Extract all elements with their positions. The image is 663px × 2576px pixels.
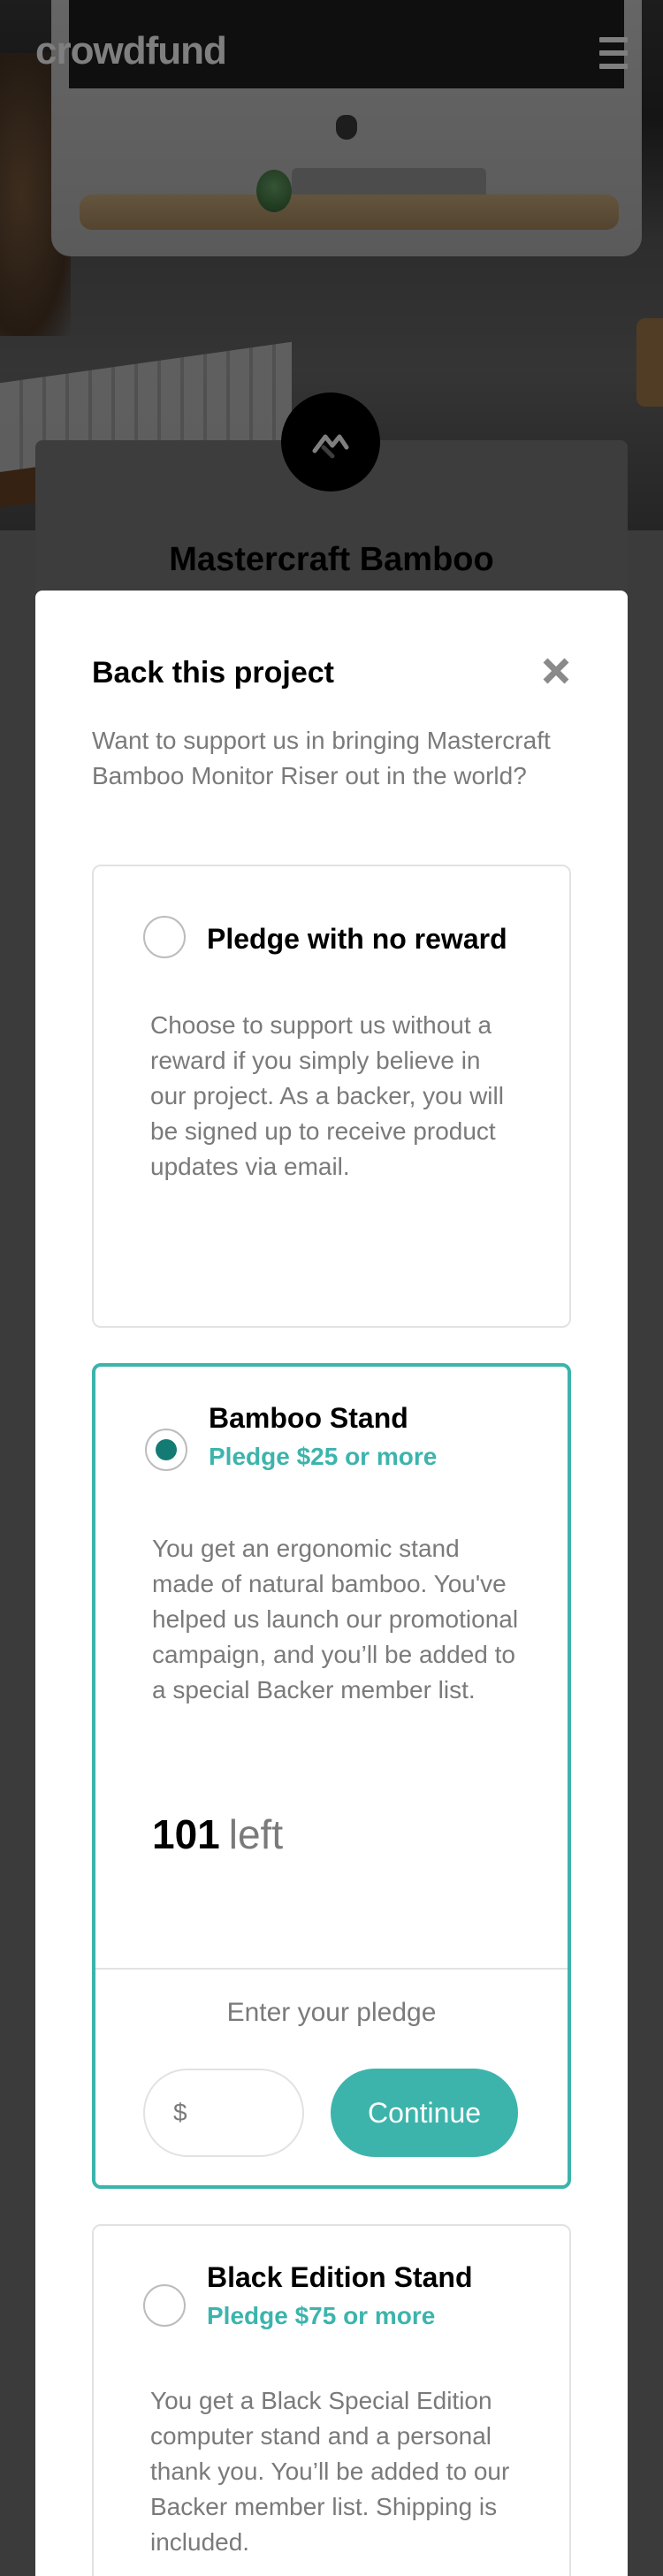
pledge-name: Pledge with no reward xyxy=(207,923,507,955)
pledge-description: You get a Black Special Edition computer… xyxy=(150,2387,510,2556)
pledge-no-reward-radio[interactable] xyxy=(143,916,186,958)
pledge-option-black-edition[interactable]: Black Edition Stand Pledge $75 or more Y… xyxy=(92,2224,571,2576)
pledge-option-no-reward[interactable]: Pledge with no reward Choose to support … xyxy=(92,865,571,1328)
continue-button[interactable]: Continue xyxy=(331,2069,518,2157)
currency-symbol: $ xyxy=(173,2099,187,2126)
pledge-name: Black Edition Stand xyxy=(207,2261,473,2293)
modal-title: Back this project xyxy=(92,656,334,690)
modal-intro: Want to support us in bringing Mastercra… xyxy=(92,727,551,789)
close-icon[interactable] xyxy=(541,656,571,686)
back-project-modal: Back this project Want to support us in … xyxy=(35,591,628,2576)
pledge-remaining: 101 left xyxy=(152,1810,283,1858)
radio-selected-dot xyxy=(156,1439,177,1460)
pledge-minimum: Pledge $75 or more xyxy=(207,2302,436,2329)
pledge-amount-field[interactable]: $ xyxy=(143,2069,304,2157)
pledge-amount-input[interactable] xyxy=(201,2099,281,2127)
enter-pledge-label: Enter your pledge xyxy=(226,1998,437,2027)
pledge-option-bamboo-stand[interactable]: Bamboo Stand Pledge $25 or more You get … xyxy=(92,1363,571,2189)
remaining-label: left xyxy=(228,1811,284,1857)
pledge-description: Choose to support us without a reward if… xyxy=(150,1011,504,1180)
pledge-minimum: Pledge $25 or more xyxy=(209,1443,438,1470)
pledge-description: You get an ergonomic stand made of natur… xyxy=(152,1535,519,1703)
pledge-name: Bamboo Stand xyxy=(209,1402,408,1434)
pledge-bamboo-radio[interactable] xyxy=(145,1429,187,1471)
enter-pledge-section: Enter your pledge $ Continue xyxy=(95,1968,568,2185)
pledge-black-radio[interactable] xyxy=(143,2284,186,2327)
remaining-count: 101 xyxy=(152,1811,220,1857)
